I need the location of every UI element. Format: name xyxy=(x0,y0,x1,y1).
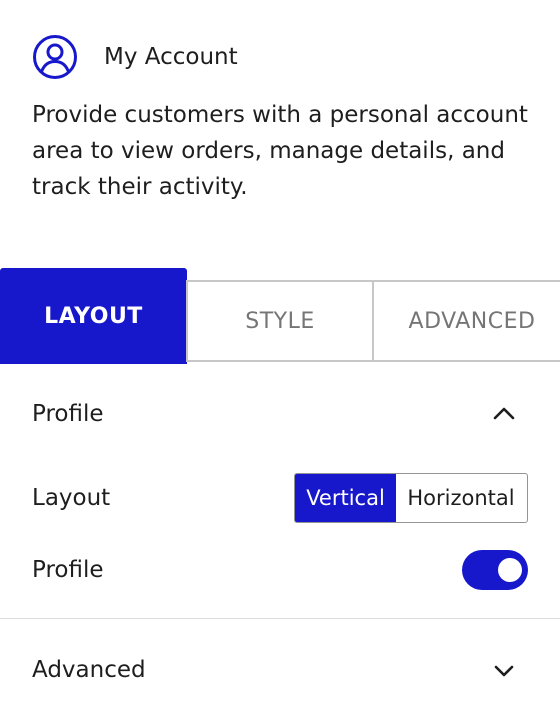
block-header: My Account xyxy=(32,34,238,80)
profile-setting-label: Profile xyxy=(32,557,104,583)
advanced-panel-toggle[interactable]: Advanced xyxy=(0,640,560,700)
tab-advanced[interactable]: ADVANCED xyxy=(372,280,560,362)
advanced-panel-title: Advanced xyxy=(32,657,146,683)
profile-panel-toggle[interactable]: Profile xyxy=(0,384,560,444)
layout-orientation-control: Vertical Horizontal xyxy=(294,473,528,523)
tab-layout[interactable]: LAYOUT xyxy=(0,268,187,364)
layout-setting-row: Layout Vertical Horizontal xyxy=(0,472,560,524)
inspector-tabs: LAYOUT STYLE ADVANCED xyxy=(0,268,560,364)
profile-toggle[interactable] xyxy=(462,550,528,590)
chevron-up-icon xyxy=(493,407,515,420)
toggle-knob xyxy=(498,558,522,582)
block-description: Provide customers with a personal accoun… xyxy=(32,102,528,200)
block-title: My Account xyxy=(104,44,238,70)
panel-divider xyxy=(0,618,560,619)
layout-setting-label: Layout xyxy=(32,485,111,511)
profile-panel-title: Profile xyxy=(32,401,104,427)
user-circle-icon xyxy=(33,35,77,79)
chevron-down-icon xyxy=(494,665,514,677)
layout-option-horizontal[interactable]: Horizontal xyxy=(396,474,526,522)
profile-setting-row: Profile xyxy=(0,544,560,596)
layout-option-vertical[interactable]: Vertical xyxy=(295,474,396,522)
tab-style[interactable]: STYLE xyxy=(186,280,374,362)
